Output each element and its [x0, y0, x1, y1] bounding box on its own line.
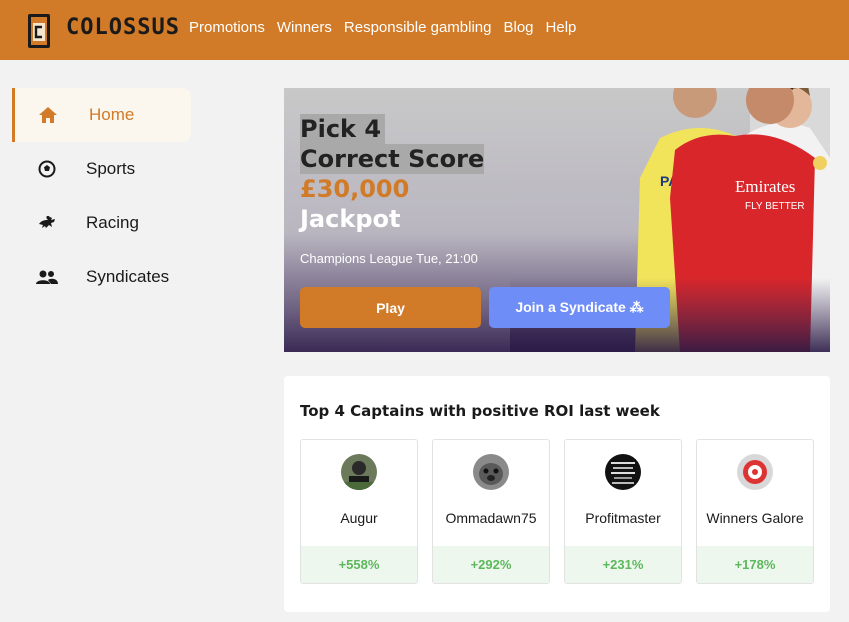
jackpot-label: Jackpot — [300, 205, 401, 233]
captain-name: Augur — [340, 510, 378, 526]
svg-text:Emirates: Emirates — [735, 177, 795, 196]
join-syndicate-button[interactable]: Join a Syndicate ⁂ — [489, 287, 670, 328]
roi-badge: +292% — [433, 546, 549, 583]
jackpot-title: Pick 4 Correct Score £30,000 Jackpot — [300, 114, 485, 234]
roi-badge: +178% — [697, 546, 813, 583]
captain-name: Ommadawn75 — [445, 510, 537, 526]
sidebar-item-sports[interactable]: Sports — [12, 142, 191, 196]
sidebar-item-label: Syndicates — [86, 267, 170, 286]
nav-responsible-gambling[interactable]: Responsible gambling — [344, 19, 492, 36]
captain-name: Profitmaster — [585, 510, 661, 526]
horse-racing-icon — [36, 212, 58, 234]
brand-name[interactable]: COLOSSUS — [66, 15, 180, 40]
home-icon — [37, 104, 59, 126]
avatar — [605, 454, 641, 490]
jackpot-amount: £30,000 — [300, 175, 410, 203]
roi-badge: +558% — [301, 546, 417, 583]
game-name: Pick 4 — [300, 114, 386, 144]
users-icon — [36, 266, 58, 288]
section-title: Top 4 Captains with positive ROI last we… — [300, 402, 660, 420]
event-info: Champions League Tue, 21:00 — [300, 251, 478, 266]
main-nav: Promotions Winners Responsible gambling … — [189, 19, 576, 36]
roi-value: +292% — [470, 557, 512, 572]
game-type: Correct Score — [300, 144, 485, 174]
sidebar-item-label: Home — [89, 105, 135, 124]
sidebar-item-syndicates[interactable]: Syndicates — [12, 250, 191, 304]
avatar — [473, 454, 509, 490]
nav-help[interactable]: Help — [546, 19, 577, 36]
captain-card[interactable]: Augur +558% — [300, 439, 418, 584]
captain-card[interactable]: Profitmaster +231% — [564, 439, 682, 584]
nav-winners[interactable]: Winners — [277, 19, 332, 36]
sidebar-item-home[interactable]: Home — [12, 88, 191, 142]
roi-value: +178% — [734, 557, 776, 572]
colossus-logo-icon[interactable] — [27, 13, 51, 49]
play-button[interactable]: Play — [300, 287, 481, 328]
top-header: COLOSSUS Promotions Winners Responsible … — [0, 0, 849, 60]
avatar — [341, 454, 377, 490]
roi-value: +558% — [338, 557, 380, 572]
avatar — [737, 454, 773, 490]
sidebar-item-label: Sports — [86, 159, 136, 178]
jackpot-hero-banner: Fly PAMES Emirates FLY BETTER Pick 4 Cor… — [284, 88, 830, 352]
captain-name: Winners Galore — [706, 510, 804, 526]
sidebar-item-racing[interactable]: Racing — [12, 196, 191, 250]
captain-card[interactable]: Ommadawn75 +292% — [432, 439, 550, 584]
top-captains-card: Top 4 Captains with positive ROI last we… — [284, 376, 830, 612]
sidebar: Home Sports Racing Syndicates — [12, 88, 191, 304]
svg-text:FLY BETTER: FLY BETTER — [745, 201, 805, 212]
roi-value: +231% — [602, 557, 644, 572]
nav-promotions[interactable]: Promotions — [189, 19, 265, 36]
captain-card[interactable]: Winners Galore +178% — [696, 439, 814, 584]
nav-blog[interactable]: Blog — [503, 19, 533, 36]
sidebar-item-label: Racing — [86, 213, 139, 232]
soccer-ball-icon — [36, 158, 58, 180]
roi-badge: +231% — [565, 546, 681, 583]
